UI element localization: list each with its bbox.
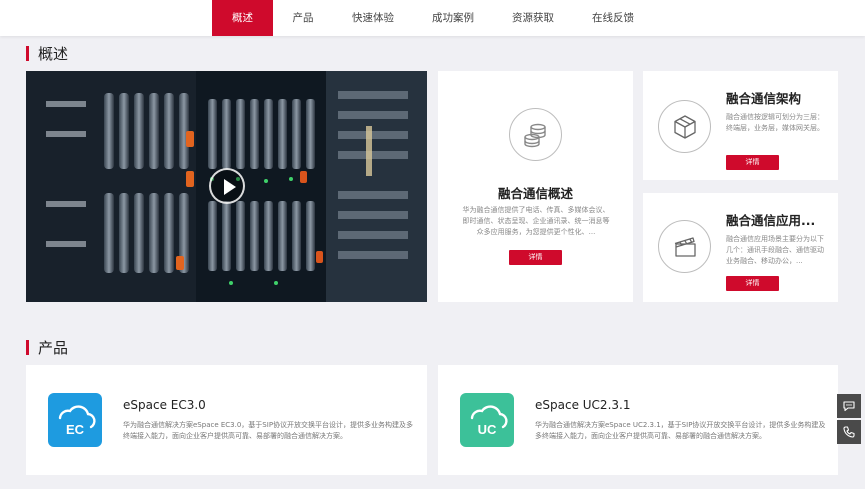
section-accent-bar <box>26 45 29 61</box>
phone-float-button[interactable] <box>837 420 861 444</box>
architecture-detail-button[interactable]: 详情 <box>726 155 779 170</box>
phone-icon <box>843 426 855 438</box>
product-desc: 华为融合通信解决方案eSpace UC2.3.1，基于SIP协议开放交换平台设计… <box>535 421 826 440</box>
coins-stack-icon <box>509 108 562 161</box>
architecture-card-title: 融合通信架构 <box>726 91 802 106</box>
overview-detail-button[interactable]: 详情 <box>509 250 562 265</box>
product-card-uc[interactable]: UC eSpace UC2.3.1 华为融合通信解决方案eSpace UC2.3… <box>438 365 838 475</box>
chat-bubble-icon <box>843 401 855 412</box>
cube-icon <box>658 100 711 153</box>
application-detail-button[interactable]: 详情 <box>726 276 779 291</box>
espace-uc-logo-text: UC <box>478 422 497 437</box>
overview-section-header: 概述 <box>26 44 69 63</box>
espace-uc-logo: UC <box>460 393 514 447</box>
overview-video[interactable] <box>26 71 427 302</box>
tab-products[interactable]: 产品 <box>283 0 323 36</box>
espace-ec-logo: EC <box>48 393 102 447</box>
tab-resources[interactable]: 资源获取 <box>506 0 560 36</box>
product-name: eSpace EC3.0 <box>123 398 206 412</box>
tab-success-cases[interactable]: 成功案例 <box>426 0 480 36</box>
architecture-card: 融合通信架构 融合通信按逻辑可划分为三层：终端层，业务层，媒体网关层。 详情 <box>643 71 838 180</box>
application-card: 融合通信应用... 融合通信应用场景主要分为以下几个：通讯手段融合、通信驱动业务… <box>643 193 838 302</box>
product-name: eSpace UC2.3.1 <box>535 398 631 412</box>
play-button[interactable] <box>209 168 245 204</box>
tab-overview[interactable]: 概述 <box>212 0 273 36</box>
products-section-title: 产品 <box>38 338 69 357</box>
application-card-title: 融合通信应用... <box>726 213 816 228</box>
clapperboard-icon <box>658 220 711 273</box>
product-desc: 华为融合通信解决方案eSpace EC3.0，基于SIP协议开放交换平台设计，提… <box>123 421 414 440</box>
overview-section-title: 概述 <box>38 44 69 63</box>
section-accent-bar <box>26 339 29 355</box>
overview-card-desc: 华为融合通信提供了电话、传真、多媒体会议、即时通信、状态呈现、企业通讯录、统一消… <box>462 206 610 236</box>
application-card-desc: 融合通信应用场景主要分为以下几个：通讯手段融合、通信驱动业务融合、移动办公，..… <box>726 235 824 265</box>
espace-ec-logo-text: EC <box>66 422 85 437</box>
chat-float-button[interactable] <box>837 394 861 418</box>
overview-card-title: 融合通信概述 <box>497 186 573 201</box>
architecture-card-desc: 融合通信按逻辑可划分为三层：终端层，业务层，媒体网关层。 <box>726 113 824 132</box>
tab-quick-experience[interactable]: 快速体验 <box>346 0 400 36</box>
top-nav: 概述 产品 快速体验 成功案例 资源获取 在线反馈 <box>0 0 865 36</box>
tab-feedback[interactable]: 在线反馈 <box>586 0 640 36</box>
products-section-header: 产品 <box>26 338 69 357</box>
product-card-ec[interactable]: EC eSpace EC3.0 华为融合通信解决方案eSpace EC3.0，基… <box>26 365 427 475</box>
overview-card: 融合通信概述 华为融合通信提供了电话、传真、多媒体会议、即时通信、状态呈现、企业… <box>438 71 633 302</box>
